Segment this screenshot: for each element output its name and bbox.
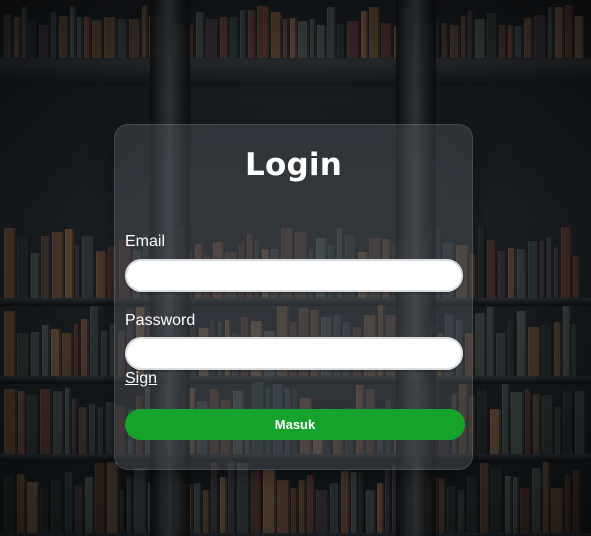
login-card: Login Email Password Sign Masuk — [114, 124, 473, 470]
password-field[interactable] — [125, 337, 463, 370]
email-label: Email — [125, 233, 166, 250]
email-field[interactable] — [125, 259, 463, 292]
masuk-button[interactable]: Masuk — [125, 409, 465, 440]
sign-link[interactable]: Sign — [125, 370, 157, 388]
login-title: Login — [245, 147, 342, 183]
password-label: Password — [125, 312, 196, 329]
